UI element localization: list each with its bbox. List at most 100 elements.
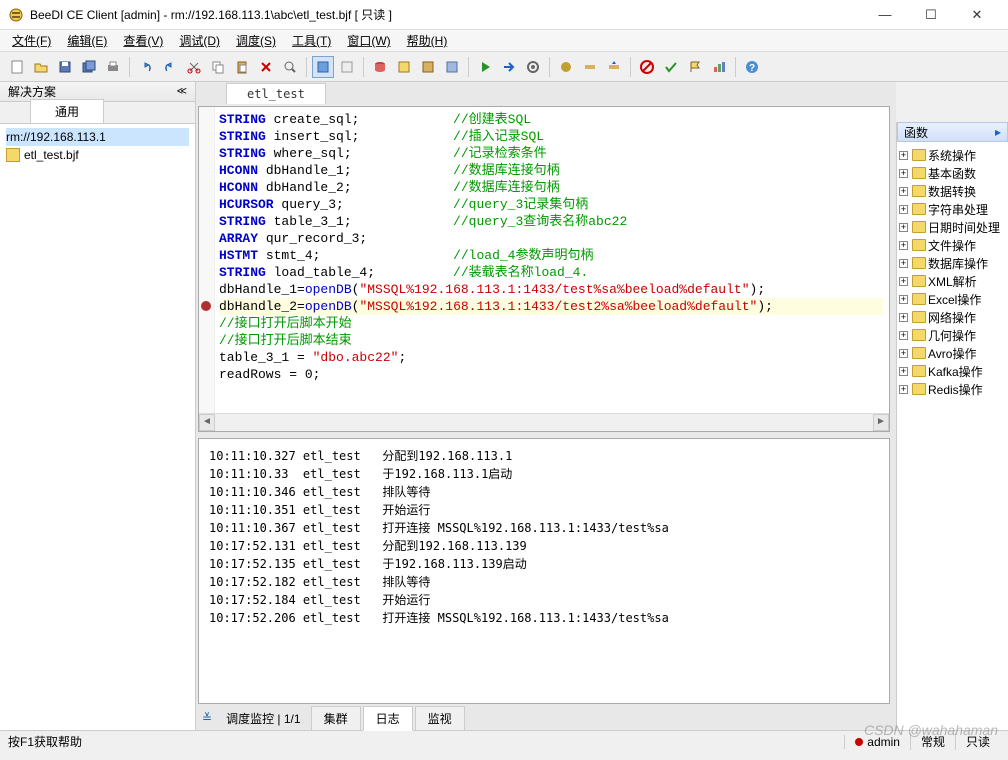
function-group[interactable]: +网络操作	[899, 308, 1006, 326]
break-button[interactable]	[555, 56, 577, 78]
menu-debug[interactable]: 调试(D)	[171, 30, 228, 51]
function-group[interactable]: +系统操作	[899, 146, 1006, 164]
expand-icon[interactable]: +	[899, 277, 908, 286]
expand-icon[interactable]: +	[899, 187, 908, 196]
expand-icon[interactable]: +	[899, 295, 908, 304]
gear-button[interactable]	[522, 56, 544, 78]
function-group[interactable]: +XML解析	[899, 272, 1006, 290]
code-line[interactable]: STRING where_sql; //记录检索条件	[219, 145, 883, 162]
code-editor[interactable]: STRING create_sql; //创建表SQLSTRING insert…	[198, 106, 890, 432]
menu-schedule[interactable]: 调度(S)	[228, 30, 284, 51]
check-button[interactable]	[660, 56, 682, 78]
find-button[interactable]	[279, 56, 301, 78]
scroll-left-icon[interactable]: ◄	[199, 414, 215, 431]
menu-edit[interactable]: 编辑(E)	[59, 30, 115, 51]
toggle2-button[interactable]	[336, 56, 358, 78]
code-line[interactable]: STRING create_sql; //创建表SQL	[219, 111, 883, 128]
code-line[interactable]: readRows = 0;	[219, 366, 883, 383]
solution-tab-general[interactable]: 通用	[30, 99, 104, 123]
print-button[interactable]	[102, 56, 124, 78]
function-group[interactable]: +Kafka操作	[899, 362, 1006, 380]
code-line[interactable]: table_3_1 = "dbo.abc22";	[219, 349, 883, 366]
code-line[interactable]: HCONN dbHandle_1; //数据库连接句柄	[219, 162, 883, 179]
function-group[interactable]: +数据转换	[899, 182, 1006, 200]
expand-icon[interactable]: +	[899, 313, 908, 322]
maximize-button[interactable]: ☐	[908, 0, 954, 30]
log-panel[interactable]: 10:11:10.327 etl_test 分配到192.168.113.110…	[198, 438, 890, 704]
editor-tab[interactable]: etl_test	[226, 83, 326, 104]
menu-view[interactable]: 查看(V)	[115, 30, 171, 51]
stepover-button[interactable]	[603, 56, 625, 78]
menu-window[interactable]: 窗口(W)	[339, 30, 398, 51]
breakpoint-icon[interactable]	[201, 301, 211, 311]
code-line[interactable]: HSTMT stmt_4; //load_4参数声明句柄	[219, 247, 883, 264]
function-group[interactable]: +数据库操作	[899, 254, 1006, 272]
tool2-button[interactable]	[393, 56, 415, 78]
paste-button[interactable]	[231, 56, 253, 78]
function-group[interactable]: +几何操作	[899, 326, 1006, 344]
solution-tree[interactable]: rm://192.168.113.1 etl_test.bjf	[0, 124, 195, 730]
code-line[interactable]: ARRAY qur_record_3;	[219, 230, 883, 247]
tool3-button[interactable]	[417, 56, 439, 78]
saveall-button[interactable]	[78, 56, 100, 78]
code-line[interactable]: //接口打开后脚本开始	[219, 315, 883, 332]
expand-icon[interactable]: +	[899, 331, 908, 340]
tree-file[interactable]: etl_test.bjf	[6, 146, 189, 164]
function-group[interactable]: +Avro操作	[899, 344, 1006, 362]
run-button[interactable]	[474, 56, 496, 78]
undo-button[interactable]	[135, 56, 157, 78]
tool4-button[interactable]	[441, 56, 463, 78]
redo-button[interactable]	[159, 56, 181, 78]
help-button[interactable]: ?	[741, 56, 763, 78]
collapse-bottom-icon[interactable]: ≚	[202, 711, 212, 725]
tree-root[interactable]: rm://192.168.113.1	[6, 128, 189, 146]
code-line[interactable]: STRING table_3_1; //query_3查询表名称abc22	[219, 213, 883, 230]
code-line[interactable]: HCONN dbHandle_2; //数据库连接句柄	[219, 179, 883, 196]
expand-icon[interactable]: +	[899, 385, 908, 394]
flag-button[interactable]	[684, 56, 706, 78]
menu-file[interactable]: 文件(F)	[4, 30, 59, 51]
expand-icon[interactable]: +	[899, 223, 908, 232]
code-line[interactable]: dbHandle_2=openDB("MSSQL%192.168.113.1:1…	[219, 298, 883, 315]
close-button[interactable]: ✕	[954, 0, 1000, 30]
collapse-left-icon[interactable]: ≪	[177, 86, 187, 97]
function-group[interactable]: +Redis操作	[899, 380, 1006, 398]
code-line[interactable]: dbHandle_1=openDB("MSSQL%192.168.113.1:1…	[219, 281, 883, 298]
tab-cluster[interactable]: 集群	[311, 706, 361, 731]
expand-icon[interactable]: +	[899, 349, 908, 358]
code-line[interactable]: STRING insert_sql; //插入记录SQL	[219, 128, 883, 145]
toggle1-button[interactable]	[312, 56, 334, 78]
stop-button[interactable]	[636, 56, 658, 78]
code-line[interactable]: //接口打开后脚本结束	[219, 332, 883, 349]
chart-button[interactable]	[708, 56, 730, 78]
expand-icon[interactable]: +	[899, 259, 908, 268]
function-group[interactable]: +文件操作	[899, 236, 1006, 254]
scroll-right-icon[interactable]: ►	[873, 414, 889, 431]
functions-tree[interactable]: +系统操作+基本函数+数据转换+字符串处理+日期时间处理+文件操作+数据库操作+…	[897, 142, 1008, 402]
menu-tools[interactable]: 工具(T)	[284, 30, 339, 51]
expand-icon[interactable]: +	[899, 241, 908, 250]
expand-icon[interactable]: +	[899, 151, 908, 160]
menu-help[interactable]: 帮助(H)	[399, 30, 456, 51]
code-line[interactable]: STRING load_table_4; //装载表名称load_4.	[219, 264, 883, 281]
tab-log[interactable]: 日志	[363, 706, 413, 731]
step-button[interactable]	[579, 56, 601, 78]
tab-monitor[interactable]: 监视	[415, 706, 465, 731]
function-group[interactable]: +基本函数	[899, 164, 1006, 182]
function-group[interactable]: +字符串处理	[899, 200, 1006, 218]
delete-button[interactable]	[255, 56, 277, 78]
arrow-button[interactable]	[498, 56, 520, 78]
code-line[interactable]: HCURSOR query_3; //query_3记录集句柄	[219, 196, 883, 213]
expand-right-icon[interactable]: ▸	[995, 125, 1001, 139]
cut-button[interactable]	[183, 56, 205, 78]
open-button[interactable]	[30, 56, 52, 78]
expand-icon[interactable]: +	[899, 169, 908, 178]
new-button[interactable]	[6, 56, 28, 78]
function-group[interactable]: +Excel操作	[899, 290, 1006, 308]
save-button[interactable]	[54, 56, 76, 78]
function-group[interactable]: +日期时间处理	[899, 218, 1006, 236]
minimize-button[interactable]: —	[862, 0, 908, 30]
expand-icon[interactable]: +	[899, 205, 908, 214]
db-button[interactable]	[369, 56, 391, 78]
copy-button[interactable]	[207, 56, 229, 78]
